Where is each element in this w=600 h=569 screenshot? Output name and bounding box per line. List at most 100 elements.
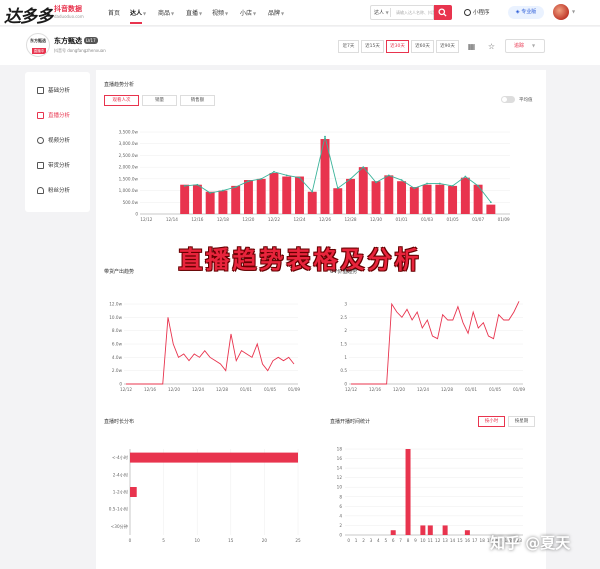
range-90-days[interactable]: 近90天 <box>436 40 459 53</box>
y-tick-label: 1,000.0w <box>119 188 139 193</box>
bar <box>390 530 396 535</box>
y-tick-label: 10.0w <box>109 315 122 320</box>
chevron-down-icon: ▼ <box>225 11 229 16</box>
sidebar-item-basic[interactable]: 基础分析 <box>37 86 70 94</box>
x-tick-label: 12/12 <box>120 387 132 392</box>
bar <box>473 184 483 214</box>
y-tick-label: <30分钟 <box>111 523 128 530</box>
account-name: 东方甄选 <box>54 37 82 45</box>
chevron-down-icon: ▼ <box>532 43 536 48</box>
range-60-days[interactable]: 近60天 <box>411 40 434 53</box>
x-tick-label: 18 <box>480 538 486 543</box>
chart-icon <box>37 87 44 94</box>
user-icon <box>37 187 44 194</box>
qr-code-icon[interactable]: ▦ <box>465 40 478 53</box>
x-tick-label: 25 <box>295 538 301 543</box>
range-7-days[interactable]: 近7天 <box>338 40 359 53</box>
y-tick-label: 1-2小时 <box>113 489 129 496</box>
bar <box>427 525 433 535</box>
pro-plan-badge[interactable]: ◈ 专业版 <box>508 6 544 19</box>
start-time-title: 直播开播时间统计 <box>330 419 371 425</box>
x-tick-label: 10 <box>420 538 426 543</box>
site-logo[interactable]: 达多多 <box>4 2 53 27</box>
line-point <box>222 189 224 192</box>
y-tick-label: 500.0w <box>123 200 139 205</box>
x-tick-label: 1 <box>355 538 358 543</box>
user-avatar[interactable] <box>553 4 569 20</box>
line-point <box>311 190 314 193</box>
bar <box>460 177 470 214</box>
range-15-days[interactable]: 近15天 <box>361 40 384 53</box>
y-tick-label: 12 <box>337 475 343 480</box>
analysis-sidebar: 基础分析 直播分析 视频分析 带货分析 粉丝分析 <box>25 72 90 212</box>
chevron-down-icon: ▼ <box>143 11 147 16</box>
x-tick-label: 12/14 <box>166 217 178 222</box>
x-tick-label: 11 <box>428 538 434 543</box>
x-tick-label: 01/09 <box>498 217 510 222</box>
star-icon[interactable]: ☆ <box>485 40 498 53</box>
x-tick-label: 5 <box>162 538 165 543</box>
bar <box>180 184 190 214</box>
tab-sales-volume[interactable]: 销量 <box>142 95 177 106</box>
sidebar-item-sales[interactable]: 带货分析 <box>37 161 70 169</box>
mini-program-button[interactable]: 小程序 <box>464 8 490 16</box>
series-line <box>126 317 295 385</box>
x-tick-label: 01/05 <box>447 217 459 222</box>
chevron-down-icon: ▼ <box>385 10 389 15</box>
average-toggle-label: 平均值 <box>519 98 533 103</box>
nav-item-home[interactable]: 首页 <box>108 8 120 17</box>
chevron-down-icon[interactable]: ▼ <box>572 9 575 14</box>
x-tick-label: 6 <box>392 538 395 543</box>
y-tick-label: 6.0w <box>112 342 123 347</box>
bar <box>231 185 241 214</box>
line-point <box>362 166 365 169</box>
bar <box>358 167 368 214</box>
average-toggle[interactable] <box>501 96 515 103</box>
nav-item-videos[interactable]: 视频▼ <box>212 8 228 17</box>
x-tick-label: 12/26 <box>319 217 331 222</box>
sidebar-item-fans[interactable]: 粉丝分析 <box>37 186 70 194</box>
x-tick-label: 12/24 <box>192 387 204 392</box>
play-icon <box>37 137 44 144</box>
tab-by-hour[interactable]: 按小时 <box>478 416 505 427</box>
line-point <box>426 182 428 185</box>
bar <box>384 175 394 214</box>
y-tick-label: 0 <box>135 212 138 217</box>
line-point <box>451 184 454 187</box>
sidebar-item-video[interactable]: 视频分析 <box>37 136 70 144</box>
x-tick-label: 01/09 <box>288 387 300 392</box>
duration-chart: 0 5 10 15 20 25 <-4小时 2-4小时 1-2小时 0.5-1小时 <30分钟 <box>109 449 301 543</box>
y-tick-label: 10 <box>337 485 343 490</box>
search-button[interactable] <box>434 5 452 20</box>
nav-item-shops[interactable]: 小店▼ <box>240 8 256 17</box>
range-30-days[interactable]: 近30天 <box>386 40 409 53</box>
line-point <box>477 184 480 187</box>
bar <box>218 190 228 214</box>
x-tick-label: 15 <box>457 538 463 543</box>
tab-by-week[interactable]: 按星期 <box>508 416 535 427</box>
y-tick-label: 2,000.0w <box>119 165 139 170</box>
x-tick-label: 12 <box>435 538 441 543</box>
y-tick-label: 0.5-1小时 <box>109 506 129 513</box>
nav-item-brands[interactable]: 品牌▼ <box>268 8 284 17</box>
tab-viewers[interactable]: 观看人次 <box>104 95 139 106</box>
nav-item-live[interactable]: 直播▼ <box>186 8 202 17</box>
nav-item-influencers[interactable]: 达人▼ <box>130 8 146 17</box>
y-tick-label: 3,500.0w <box>119 130 139 135</box>
active-nav-underline <box>130 22 142 24</box>
x-tick-label: 12/16 <box>191 217 203 222</box>
track-button[interactable]: 追踪 ▼ <box>505 39 545 53</box>
logo-subtitle: 抖音数据 <box>54 5 82 13</box>
search-category-select[interactable]: 达人 ▼ <box>374 9 389 16</box>
live-icon <box>37 112 44 119</box>
bar <box>130 487 137 497</box>
uv-trend-chart: 0 0.5 1 1.5 2 2.5 3 12/12 12/16 12/20 12/24 12/28 01… <box>340 301 525 392</box>
x-tick-label: 16 <box>465 538 471 543</box>
y-tick-label: 2.5 <box>340 315 347 320</box>
sidebar-item-live[interactable]: 直播分析 <box>37 111 70 119</box>
y-tick-label: 2 <box>344 328 347 333</box>
tab-sales-amount[interactable]: 销售额 <box>180 95 215 106</box>
nav-item-products[interactable]: 商品▼ <box>158 8 174 17</box>
x-tick-label: 01/01 <box>240 387 252 392</box>
y-tick-label: 0.5 <box>340 368 347 373</box>
